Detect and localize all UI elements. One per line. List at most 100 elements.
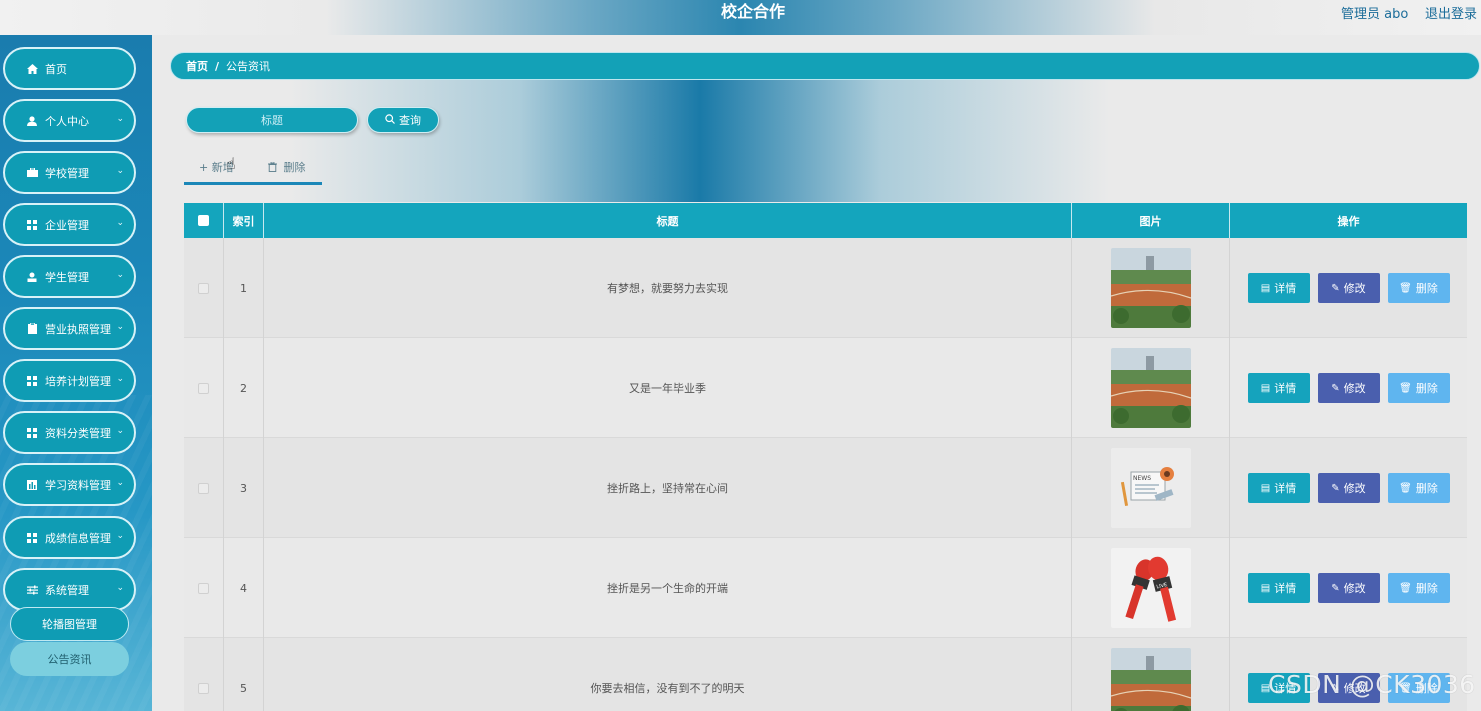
pencil-icon: ✎: [1331, 482, 1340, 494]
row-title: 挫折路上，坚持常在心间: [264, 438, 1072, 538]
search-button[interactable]: 查询: [367, 107, 439, 133]
chevron-down-icon: ⌄: [116, 478, 124, 488]
sidebar-subitem-carousel[interactable]: 轮播图管理: [10, 607, 129, 641]
detail-button[interactable]: ▤ 详情: [1247, 273, 1310, 303]
edit-button-label: 修改: [1343, 482, 1366, 495]
watermark: CSDN @CK3036: [1268, 670, 1476, 699]
admin-user-label: 管理员 abo: [1341, 7, 1409, 22]
sidebar-item-student[interactable]: 学生管理 ⌄: [3, 255, 136, 298]
detail-button[interactable]: ▤ 详情: [1247, 373, 1310, 403]
clipboard-icon: [25, 323, 39, 335]
app-title: 校企合作: [720, 2, 785, 21]
title-search-input[interactable]: [186, 107, 358, 133]
detail-button[interactable]: ▤ 详情: [1247, 473, 1310, 503]
row-index: 2: [224, 338, 264, 438]
breadcrumb-home[interactable]: 首页: [186, 58, 208, 74]
sidebar-item-enterprise[interactable]: 企业管理 ⌄: [3, 203, 136, 246]
row-image-cell: [1072, 238, 1230, 338]
campus-photo-thumbnail[interactable]: [1110, 248, 1191, 328]
table-row: 1 有梦想，就要努力去实现 ▤ 详情 ✎ 修改 🗑 删除: [184, 238, 1467, 338]
row-checkbox[interactable]: [184, 438, 224, 538]
chevron-down-icon: ⌄: [116, 270, 124, 280]
chart-icon: [25, 479, 39, 491]
chevron-down-icon: ⌄: [116, 322, 124, 332]
batch-delete-label: 删除: [283, 161, 306, 174]
table-header: 索引 标题 图片 操作: [184, 203, 1467, 238]
row-title: 有梦想，就要努力去实现: [264, 238, 1072, 338]
edit-button[interactable]: ✎ 修改: [1317, 273, 1380, 303]
row-image-cell: LIVE: [1072, 538, 1230, 638]
row-checkbox[interactable]: [184, 538, 224, 638]
sidebar-item-study-material[interactable]: 学习资料管理 ⌄: [3, 463, 136, 506]
delete-button-label: 删除: [1415, 482, 1438, 495]
row-actions: ▤ 详情 ✎ 修改 🗑 删除: [1230, 238, 1467, 338]
breadcrumb-current: 公告资讯: [226, 60, 271, 73]
pencil-icon: ✎: [1331, 382, 1340, 394]
campus-photo-thumbnail[interactable]: [1110, 348, 1191, 428]
sidebar-item-label: 首页: [45, 62, 67, 76]
sidebar-item-label: 企业管理: [45, 218, 89, 232]
table-row: 4 挫折是另一个生命的开端 LIVE ▤ 详情 ✎ 修改 🗑 删除: [184, 538, 1467, 638]
chevron-down-icon: ⌄: [116, 374, 124, 384]
delete-button[interactable]: 🗑 删除: [1387, 373, 1450, 403]
sidebar-item-material-category[interactable]: 资料分类管理 ⌄: [3, 411, 136, 454]
row-image-cell: NEWS: [1072, 438, 1230, 538]
edit-button-label: 修改: [1343, 582, 1366, 595]
edit-button[interactable]: ✎ 修改: [1317, 473, 1380, 503]
hand-cursor-icon: ☝: [226, 154, 236, 173]
svg-text:NEWS: NEWS: [1133, 475, 1151, 482]
trash-icon: 🗑: [1399, 582, 1412, 594]
select-all-checkbox[interactable]: [184, 203, 224, 238]
edit-button[interactable]: ✎ 修改: [1317, 573, 1380, 603]
row-image-cell: [1072, 338, 1230, 438]
row-title: 又是一年毕业季: [264, 338, 1072, 438]
home-icon: [25, 63, 39, 75]
campus-photo-thumbnail[interactable]: [1110, 648, 1191, 711]
column-header-actions: 操作: [1337, 214, 1360, 228]
table-row: 3 挫折路上，坚持常在心间 NEWS ▤ 详情 ✎ 修改 🗑 删除: [184, 438, 1467, 538]
pencil-icon: ✎: [1331, 582, 1340, 594]
sliders-icon: [25, 584, 39, 596]
chevron-down-icon: ⌄: [116, 583, 124, 593]
edit-button[interactable]: ✎ 修改: [1317, 373, 1380, 403]
grid-icon: [25, 532, 39, 544]
news-illustration-thumbnail[interactable]: NEWS: [1110, 448, 1191, 528]
document-icon: ▤: [1260, 482, 1271, 494]
row-actions: ▤ 详情 ✎ 修改 🗑 删除: [1230, 538, 1467, 638]
sidebar-item-personal[interactable]: 个人中心 ⌄: [3, 99, 136, 142]
document-icon: ▤: [1260, 582, 1271, 594]
delete-button[interactable]: 🗑 删除: [1387, 273, 1450, 303]
batch-delete-button[interactable]: 删除: [268, 159, 306, 175]
sidebar-item-label: 成绩信息管理: [45, 531, 111, 545]
trash-icon: 🗑: [1399, 282, 1412, 294]
search-icon: [385, 113, 395, 127]
row-checkbox[interactable]: [184, 338, 224, 438]
announcements-table: 索引 标题 图片 操作 1 有梦想，就要努力去实现 ▤ 详情 ✎ 修改 🗑 删除 2 …: [184, 203, 1467, 711]
microphone-illustration-thumbnail[interactable]: LIVE: [1110, 548, 1191, 628]
sidebar-subitem-announcements[interactable]: 公告资讯: [10, 642, 129, 676]
top-header: 校企合作 管理员 abo 退出登录: [0, 0, 1481, 35]
sidebar-item-label: 培养计划管理: [45, 374, 111, 388]
detail-button-label: 详情: [1274, 582, 1297, 595]
row-index: 4: [224, 538, 264, 638]
breadcrumb: 首页 / 公告资讯: [170, 52, 1480, 80]
column-header-image: 图片: [1072, 203, 1230, 238]
sidebar-item-home[interactable]: 首页: [3, 47, 136, 90]
sidebar-item-label: 个人中心: [45, 114, 89, 128]
sidebar-item-training-plan[interactable]: 培养计划管理 ⌄: [3, 359, 136, 402]
logout-link[interactable]: 退出登录: [1425, 3, 1477, 22]
row-checkbox[interactable]: [184, 638, 224, 711]
sidebar-item-system[interactable]: 系统管理 ⌄: [3, 568, 136, 611]
delete-button[interactable]: 🗑 删除: [1387, 473, 1450, 503]
table-row: 2 又是一年毕业季 ▤ 详情 ✎ 修改 🗑 删除: [184, 338, 1467, 438]
sidebar-item-label: 系统管理: [45, 583, 89, 597]
sidebar-item-label: 营业执照管理: [45, 322, 111, 336]
detail-button[interactable]: ▤ 详情: [1247, 573, 1310, 603]
sidebar-item-grades[interactable]: 成绩信息管理 ⌄: [3, 516, 136, 559]
delete-button[interactable]: 🗑 删除: [1387, 573, 1450, 603]
sidebar-item-license[interactable]: 营业执照管理 ⌄: [3, 307, 136, 350]
row-image-cell: [1072, 638, 1230, 711]
row-checkbox[interactable]: [184, 238, 224, 338]
sidebar-item-school[interactable]: 学校管理 ⌄: [3, 151, 136, 194]
column-header-index: 索引: [224, 203, 264, 238]
